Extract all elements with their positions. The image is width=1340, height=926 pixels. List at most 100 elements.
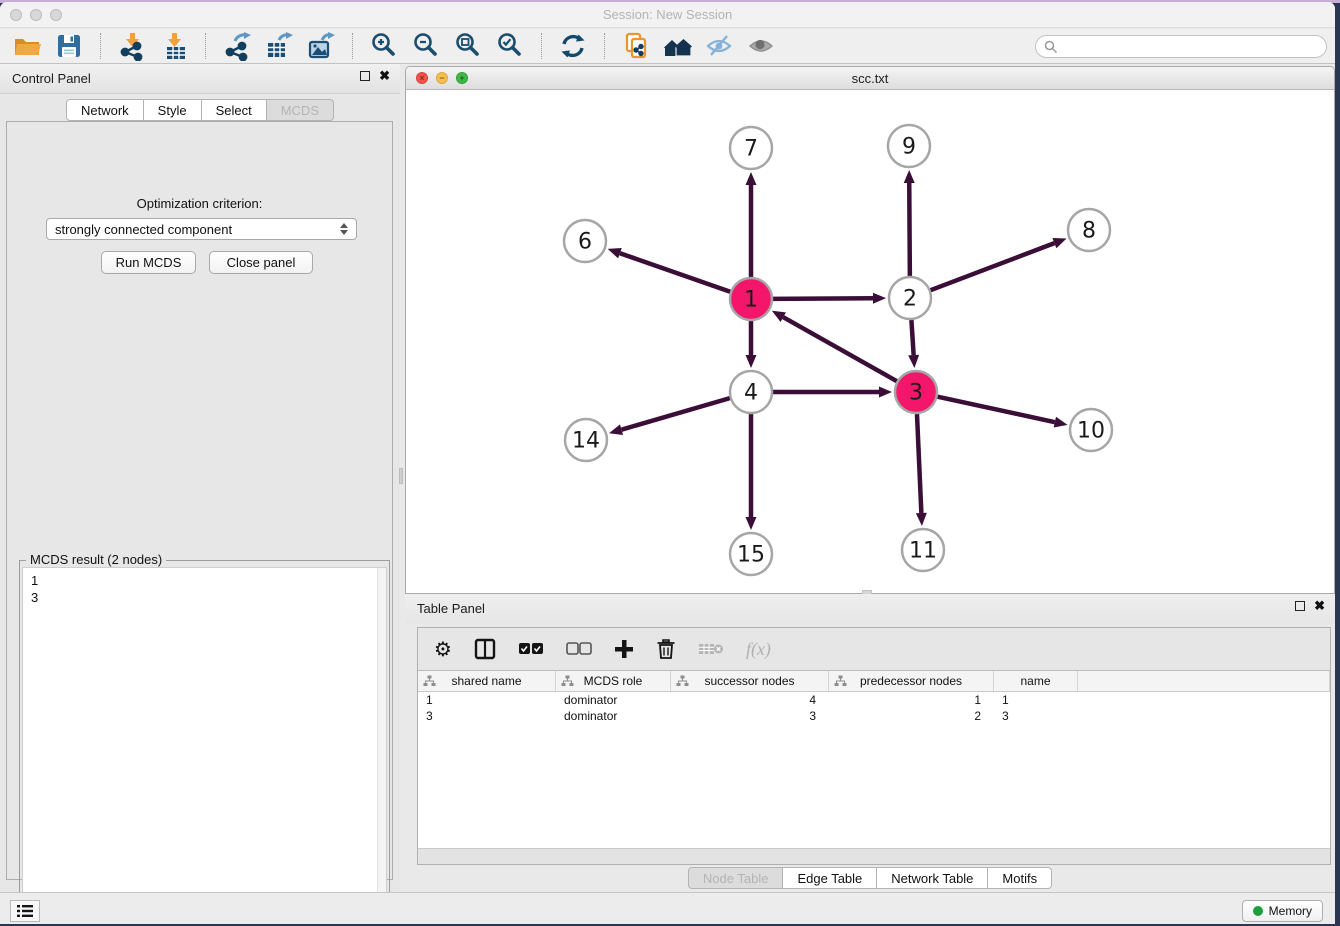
column-type-icon — [834, 675, 847, 687]
result-line: 1 — [31, 572, 386, 589]
mcds-tab-panel: Optimization criterion: strongly connect… — [6, 121, 393, 880]
zoom-out-button[interactable] — [405, 31, 447, 61]
refresh-button[interactable] — [552, 31, 594, 61]
toolbar-separator — [205, 33, 206, 59]
edge-arrowhead-icon — [904, 170, 915, 183]
graph-edge-2-3[interactable] — [911, 320, 913, 355]
tab-style[interactable]: Style — [144, 99, 202, 121]
graph-edge-1-2[interactable] — [773, 298, 873, 299]
tab-network-table[interactable]: Network Table — [877, 867, 988, 889]
graph-edge-3-10[interactable] — [937, 397, 1054, 422]
table-body: 1dominator4113dominator323 — [418, 692, 1330, 848]
column-header-successor-nodes[interactable]: successor nodes — [671, 671, 829, 691]
zoom-out-icon — [411, 31, 441, 61]
toolbar-separator — [604, 33, 605, 59]
import-network-button[interactable] — [111, 31, 153, 61]
save-session-button[interactable] — [48, 31, 90, 61]
table-cell[interactable]: 2 — [829, 708, 994, 724]
memory-button[interactable]: Memory — [1242, 900, 1323, 922]
task-history-button[interactable] — [10, 900, 40, 922]
delete-table-icon — [698, 641, 724, 657]
table-cell[interactable]: dominator — [556, 692, 671, 708]
tab-node-table[interactable]: Node Table — [688, 867, 784, 889]
delete-column-button[interactable] — [656, 638, 676, 660]
table-row[interactable]: 3dominator323 — [418, 708, 1330, 724]
edge-arrowhead-icon — [746, 355, 757, 368]
cytoscape-window: Session: New Session — [0, 2, 1335, 924]
zoom-in-button[interactable] — [363, 31, 405, 61]
tab-edge-table[interactable]: Edge Table — [783, 867, 877, 889]
search-box[interactable] — [1035, 35, 1327, 58]
table-row[interactable]: 1dominator411 — [418, 692, 1330, 708]
close-table-panel-icon[interactable]: ✖ — [1314, 601, 1325, 611]
table-settings-button[interactable]: ⚙ — [434, 637, 452, 661]
show-all-button[interactable] — [741, 31, 783, 61]
edge-arrowhead-icon — [609, 424, 623, 435]
edge-arrowhead-icon — [916, 513, 927, 526]
gear-icon: ⚙ — [434, 637, 452, 661]
graph-edge-2-8[interactable] — [931, 243, 1055, 290]
plus-icon — [614, 639, 634, 659]
mcds-result-area[interactable]: 1 3 — [22, 567, 387, 924]
panel-splitter-handle[interactable] — [399, 468, 403, 484]
table-cell[interactable]: 1 — [829, 692, 994, 708]
column-type-icon — [561, 675, 574, 687]
table-cell[interactable]: 3 — [418, 708, 556, 724]
select-all-columns-button[interactable] — [518, 642, 544, 656]
add-column-button[interactable] — [614, 639, 634, 659]
status-bar: Memory — [0, 892, 1335, 924]
hide-selected-button[interactable] — [699, 31, 741, 61]
network-from-selection-button[interactable] — [615, 31, 657, 61]
graph-node-label: 11 — [909, 539, 937, 564]
graph-node-label: 9 — [902, 135, 916, 160]
unchecked-boxes-icon — [566, 642, 592, 656]
table-cell[interactable]: 3 — [994, 708, 1078, 724]
home-button[interactable] — [657, 31, 699, 61]
column-header-name[interactable]: name — [994, 671, 1078, 691]
graph-edge-3-11[interactable] — [917, 414, 921, 513]
graph-edge-3-1[interactable] — [783, 317, 897, 381]
table-cell[interactable]: 1 — [418, 692, 556, 708]
tab-motifs[interactable]: Motifs — [988, 867, 1052, 889]
table-cell[interactable]: 1 — [994, 692, 1078, 708]
graph-edge-1-6[interactable] — [620, 253, 730, 292]
mcds-result-box: MCDS result (2 nodes) 1 3 — [19, 560, 390, 924]
table-cell[interactable]: 3 — [671, 708, 829, 724]
deselect-all-columns-button[interactable] — [566, 642, 592, 656]
open-file-button[interactable] — [6, 31, 48, 61]
split-columns-button[interactable] — [474, 638, 496, 660]
export-network-icon — [222, 31, 252, 61]
graph-edge-2-9[interactable] — [909, 183, 910, 276]
network-from-selection-icon — [621, 31, 651, 61]
tab-network[interactable]: Network — [66, 99, 144, 121]
run-mcds-button[interactable]: Run MCDS — [101, 251, 196, 274]
zoom-fit-button[interactable] — [447, 31, 489, 61]
export-table-button[interactable] — [258, 31, 300, 61]
export-network-button[interactable] — [216, 31, 258, 61]
tab-select[interactable]: Select — [202, 99, 267, 121]
result-scrollbar[interactable] — [377, 568, 386, 924]
column-header-shared-name[interactable]: shared name — [418, 671, 556, 691]
float-panel-icon[interactable] — [360, 71, 370, 81]
close-panel-button[interactable]: Close panel — [209, 251, 313, 274]
export-image-button[interactable] — [300, 31, 342, 61]
memory-label: Memory — [1269, 904, 1312, 918]
column-header-MCDS-role[interactable]: MCDS role — [556, 671, 671, 691]
import-table-button[interactable] — [153, 31, 195, 61]
table-cell[interactable]: dominator — [556, 708, 671, 724]
search-input[interactable] — [1063, 40, 1326, 54]
table-cell[interactable]: 4 — [671, 692, 829, 708]
graph-edge-4-14[interactable] — [622, 398, 730, 430]
float-table-panel-icon[interactable] — [1295, 601, 1305, 611]
criterion-dropdown[interactable]: strongly connected component — [46, 218, 357, 240]
refresh-icon — [558, 31, 588, 61]
graph-node-label: 8 — [1082, 219, 1096, 244]
column-type-icon — [423, 675, 436, 687]
zoom-selected-button[interactable] — [489, 31, 531, 61]
column-header-predecessor-nodes[interactable]: predecessor nodes — [829, 671, 994, 691]
edge-arrowhead-icon — [908, 355, 919, 368]
network-canvas[interactable]: 7968124314101511 — [406, 90, 1334, 593]
close-panel-icon[interactable]: ✖ — [379, 71, 390, 81]
tab-mcds[interactable]: MCDS — [267, 99, 334, 121]
network-graph[interactable]: 7968124314101511 — [406, 90, 1334, 593]
